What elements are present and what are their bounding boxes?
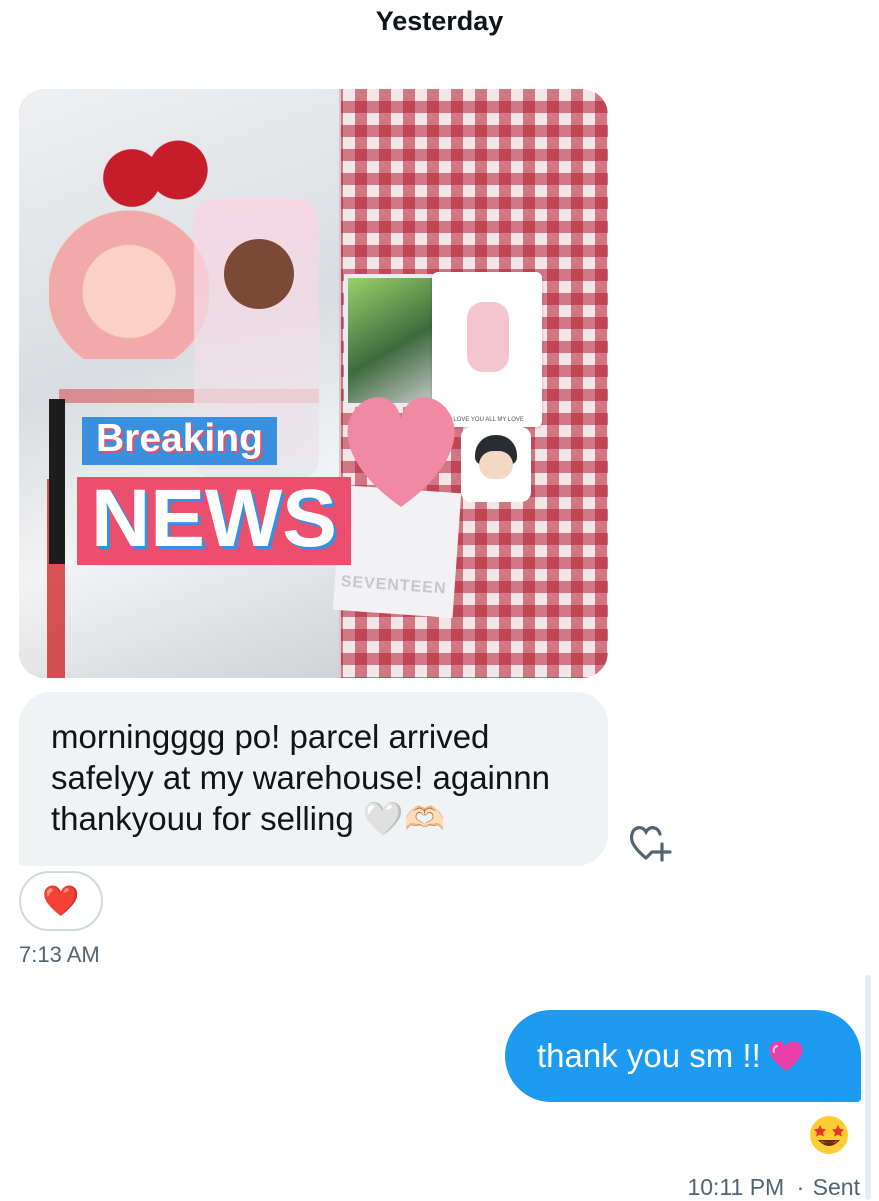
heart-reaction-icon: ❤️	[42, 884, 80, 918]
incoming-message-text: morningggg po! parcel arrived safelyy at…	[51, 718, 550, 837]
breaking-label: Breaking	[82, 417, 277, 465]
reaction-badge[interactable]: ❤️	[19, 871, 103, 931]
attached-photo[interactable]: I LOVE YOU ALL MY LOVE SEVENTEEN Breakin…	[19, 89, 608, 678]
outgoing-meta: 10:11 PM · Sent	[687, 1174, 860, 1201]
day-separator: Yesterday	[375, 6, 504, 36]
photocard	[344, 274, 440, 407]
toy-figure	[49, 209, 209, 359]
pink-heart-icon	[767, 1039, 805, 1073]
heart-plus-icon[interactable]	[628, 822, 674, 864]
paper-text: SEVENTEEN	[340, 573, 448, 598]
incoming-message-bubble[interactable]: morningggg po! parcel arrived safelyy at…	[19, 692, 608, 866]
outgoing-timestamp: 10:11 PM	[687, 1174, 785, 1200]
news-label: NEWS	[77, 477, 351, 565]
seventeen-paper: SEVENTEEN	[332, 484, 462, 619]
boy-sticker	[461, 427, 531, 502]
illustration-card: I LOVE YOU ALL MY LOVE	[432, 272, 542, 427]
toy-bow	[99, 134, 209, 214]
outgoing-message-bubble[interactable]: thank you sm !!	[505, 1010, 861, 1102]
delivery-status: Sent	[812, 1174, 860, 1200]
card-caption: I LOVE YOU ALL MY LOVE	[450, 417, 524, 423]
scrollbar[interactable]	[865, 975, 871, 1200]
star-struck-reaction-icon[interactable]	[808, 1114, 850, 1156]
incoming-timestamp: 7:13 AM	[19, 942, 100, 967]
meta-separator: ·	[796, 1174, 805, 1200]
outgoing-message-text: thank you sm !!	[537, 1037, 761, 1074]
